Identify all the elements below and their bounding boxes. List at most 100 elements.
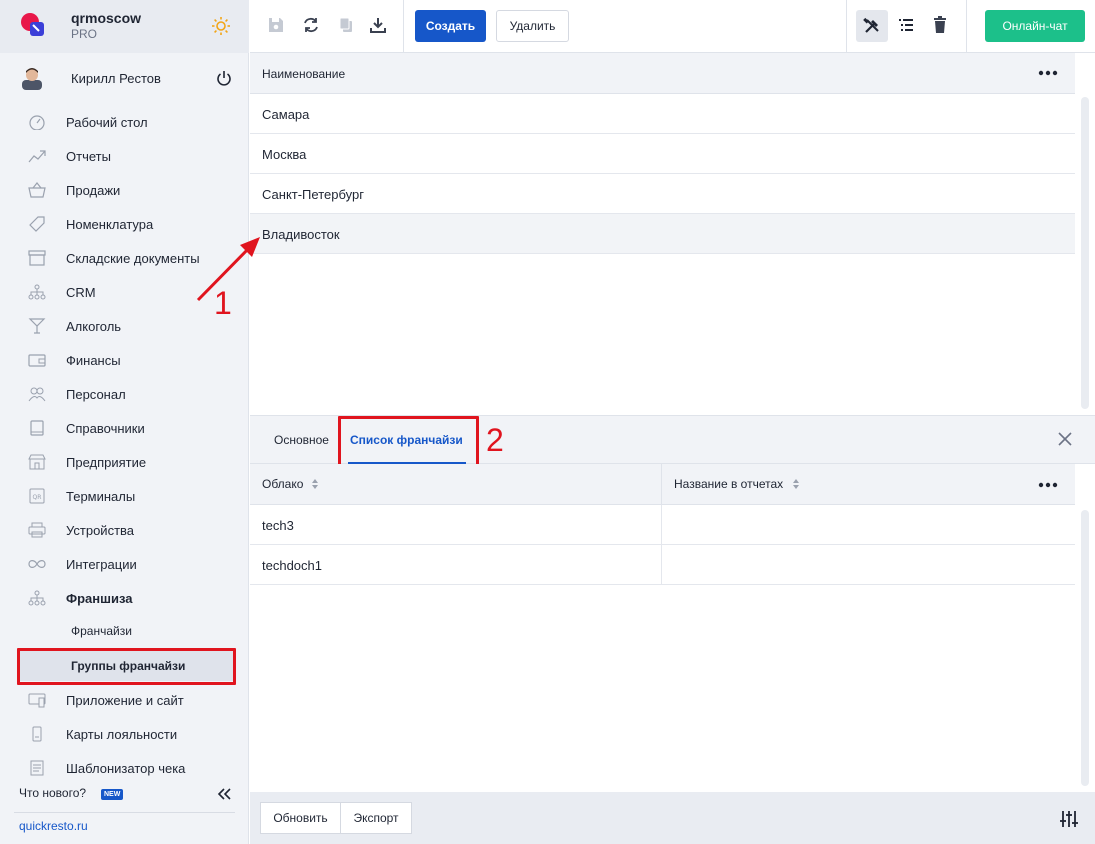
sidebar-item-enterprise[interactable]: Предприятие bbox=[0, 445, 249, 479]
tab-franchisee-list[interactable]: Список франчайзи bbox=[350, 433, 463, 447]
top-grid-header: Наименование bbox=[250, 53, 1075, 94]
sidebar-item-label: Справочники bbox=[66, 421, 145, 436]
table-row[interactable]: techdoch1 bbox=[250, 545, 1075, 585]
sidebar-item-loyalty[interactable]: Карты лояльности bbox=[0, 717, 249, 751]
sort-icon[interactable] bbox=[311, 478, 319, 490]
top-scrollbar[interactable] bbox=[1081, 97, 1089, 409]
bottom-grid-header: Облако Название в отчетах bbox=[250, 464, 1075, 505]
hierarchy-icon bbox=[28, 590, 46, 606]
sidebar-item-app-site[interactable]: Приложение и сайт bbox=[0, 683, 249, 717]
create-button[interactable]: Создать bbox=[415, 10, 486, 42]
wallet-icon bbox=[28, 354, 46, 367]
qr-icon: QR bbox=[29, 488, 45, 504]
column-header-report-name[interactable]: Название в отчетах bbox=[674, 477, 783, 491]
tab-general[interactable]: Основное bbox=[274, 433, 329, 447]
table-row[interactable]: Санкт-Петербург bbox=[250, 174, 1075, 214]
user-name: Кирилл Рестов bbox=[71, 71, 161, 86]
column-divider bbox=[661, 505, 662, 545]
export-button[interactable]: Экспорт bbox=[340, 802, 412, 834]
chart-icon bbox=[28, 150, 46, 163]
sidebar-item-label: Приложение и сайт bbox=[66, 693, 184, 708]
sidebar-item-sales[interactable]: Продажи bbox=[0, 173, 249, 207]
refresh-icon[interactable] bbox=[301, 15, 321, 35]
sidebar-item-receipt-template[interactable]: Шаблонизатор чека bbox=[0, 751, 249, 785]
site-link[interactable]: quickresto.ru bbox=[19, 819, 88, 833]
sun-icon[interactable] bbox=[211, 16, 231, 36]
tools-button[interactable] bbox=[856, 10, 888, 42]
brand-header: qrmoscow PRO bbox=[0, 0, 249, 53]
save-icon[interactable] bbox=[266, 15, 286, 35]
delete-button[interactable]: Удалить bbox=[496, 10, 569, 42]
svg-text:QR: QR bbox=[33, 494, 42, 501]
sidebar-item-label: Складские документы bbox=[66, 251, 200, 266]
toolbar: Создать Удалить Онлайн-чат bbox=[250, 0, 1095, 53]
table-row-selected[interactable]: Владивосток bbox=[250, 214, 1075, 254]
sidebar-item-integrations[interactable]: Интеграции bbox=[0, 547, 249, 581]
store-icon bbox=[28, 454, 46, 470]
table-cell: techdoch1 bbox=[262, 558, 322, 573]
tag-icon bbox=[29, 216, 45, 232]
account-name: qrmoscow bbox=[71, 10, 142, 26]
bottom-scrollbar[interactable] bbox=[1081, 510, 1089, 786]
infinity-icon bbox=[28, 560, 46, 568]
sidebar-item-label: Карты лояльности bbox=[66, 727, 178, 742]
column-header-cloud[interactable]: Облако bbox=[262, 477, 303, 491]
table-row[interactable]: tech3 bbox=[250, 505, 1075, 545]
close-icon[interactable] bbox=[1056, 430, 1074, 448]
avatar[interactable] bbox=[22, 66, 42, 90]
sidebar: qrmoscow PRO Кирилл Рестов Рабочий стол bbox=[0, 0, 249, 844]
sidebar-item-label: Отчеты bbox=[66, 149, 111, 164]
sidebar-item-staff[interactable]: Персонал bbox=[0, 377, 249, 411]
copy-icon[interactable] bbox=[336, 15, 356, 35]
whats-new-link[interactable]: Что нового? bbox=[19, 786, 86, 800]
table-row[interactable]: Москва bbox=[250, 134, 1075, 174]
table-cell: Владивосток bbox=[262, 227, 340, 242]
more-icon[interactable] bbox=[1038, 482, 1058, 488]
column-header-name[interactable]: Наименование bbox=[262, 67, 345, 81]
sidebar-item-label: Предприятие bbox=[66, 455, 147, 470]
sidebar-item-devices[interactable]: Устройства bbox=[0, 513, 249, 547]
sidebar-item-label: Устройства bbox=[66, 523, 135, 538]
sidebar-item-label: Франшиза bbox=[66, 591, 133, 606]
sidebar-item-finance[interactable]: Финансы bbox=[0, 343, 249, 377]
sidebar-subitem-label: Франчайзи bbox=[71, 624, 132, 638]
sidebar-item-label: CRM bbox=[66, 285, 96, 300]
toolbar-divider bbox=[846, 0, 847, 52]
hierarchy-icon bbox=[28, 284, 46, 300]
more-icon[interactable] bbox=[1038, 70, 1058, 76]
dashboard-icon bbox=[29, 115, 45, 130]
people-icon bbox=[28, 387, 46, 402]
archive-icon bbox=[28, 250, 46, 266]
sidebar-subitem-franchisees[interactable]: Франчайзи bbox=[0, 616, 249, 646]
user-profile: Кирилл Рестов bbox=[0, 60, 249, 96]
sidebar-item-label: Шаблонизатор чека bbox=[66, 761, 186, 776]
sidebar-subitem-franchise-groups[interactable]: Группы франчайзи bbox=[18, 651, 235, 681]
collapse-sidebar-icon[interactable] bbox=[216, 786, 232, 802]
sidebar-item-label: Финансы bbox=[66, 353, 121, 368]
new-badge: NEW bbox=[101, 789, 124, 800]
power-icon[interactable] bbox=[216, 70, 232, 86]
sidebar-item-label: Интеграции bbox=[66, 557, 137, 572]
trash-icon[interactable] bbox=[930, 15, 950, 35]
sidebar-item-label: Персонал bbox=[66, 387, 126, 402]
app-icon bbox=[28, 693, 46, 708]
refresh-button[interactable]: Обновить bbox=[260, 802, 341, 834]
sort-icon[interactable] bbox=[792, 478, 800, 490]
logo-icon bbox=[21, 13, 44, 36]
table-row[interactable]: Самара bbox=[250, 94, 1075, 134]
online-chat-button[interactable]: Онлайн-чат bbox=[985, 10, 1085, 42]
sliders-icon[interactable] bbox=[1059, 809, 1079, 829]
sidebar-item-alcohol[interactable]: Алкоголь bbox=[0, 309, 249, 343]
footer-bar: Обновить Экспорт bbox=[250, 792, 1095, 844]
sidebar-item-franchise[interactable]: Франшиза bbox=[0, 581, 249, 615]
sidebar-item-dashboard[interactable]: Рабочий стол bbox=[0, 105, 249, 139]
sidebar-item-references[interactable]: Справочники bbox=[0, 411, 249, 445]
download-icon[interactable] bbox=[368, 15, 388, 35]
card-icon bbox=[32, 726, 42, 742]
list-icon[interactable] bbox=[896, 15, 916, 35]
sidebar-item-label: Продажи bbox=[66, 183, 121, 198]
toolbar-divider bbox=[403, 0, 404, 52]
tools-icon bbox=[863, 17, 879, 33]
sidebar-item-reports[interactable]: Отчеты bbox=[0, 139, 249, 173]
sidebar-item-terminals[interactable]: QR Терминалы bbox=[0, 479, 249, 513]
